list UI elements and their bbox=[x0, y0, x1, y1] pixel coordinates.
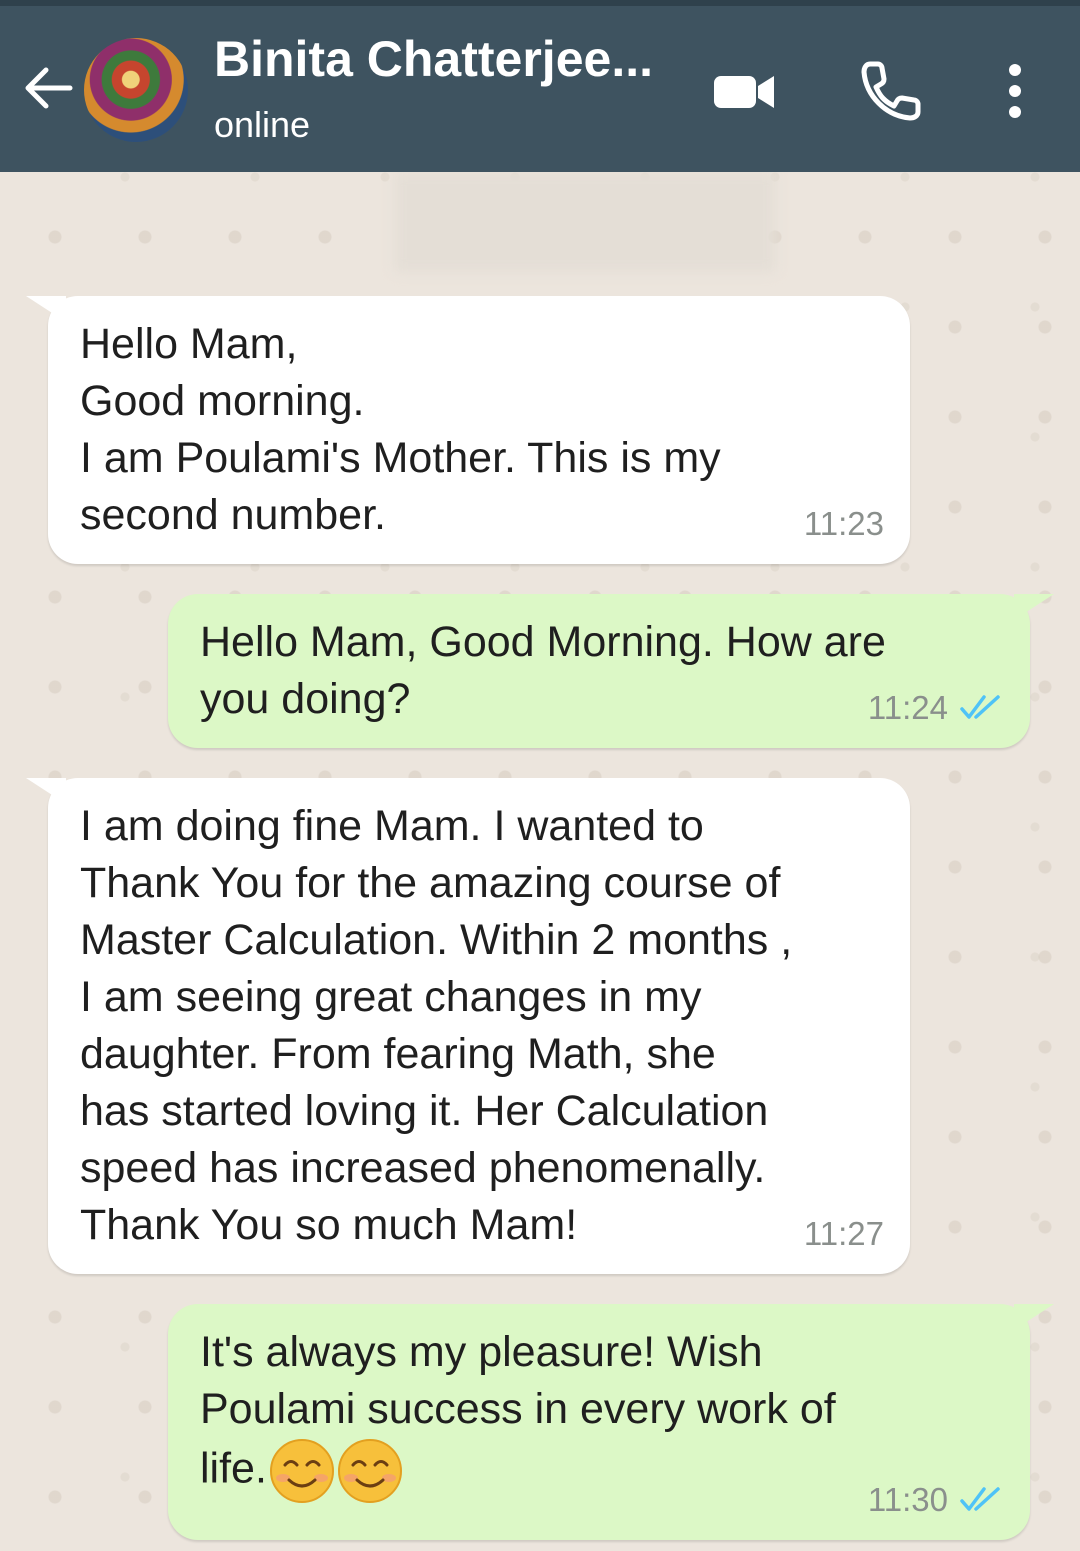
bubble-tail bbox=[1014, 594, 1054, 620]
video-call-button[interactable] bbox=[708, 56, 778, 126]
chat-header: Binita Chatterjee... online bbox=[0, 0, 1080, 172]
contact-status: online bbox=[214, 104, 311, 145]
chat-area[interactable]: Hello Mam, Good morning. I am Poulami's … bbox=[0, 172, 1080, 1551]
double-check-icon bbox=[960, 1486, 1000, 1511]
message-meta: 11:23 bbox=[804, 495, 884, 552]
phone-icon bbox=[861, 61, 921, 121]
more-options-button[interactable] bbox=[980, 56, 1050, 126]
smiling-face-icon bbox=[337, 1439, 402, 1503]
avatar[interactable] bbox=[84, 38, 188, 142]
bubble-tail bbox=[26, 778, 66, 804]
message-meta: 11:27 bbox=[804, 1205, 884, 1262]
outgoing-message[interactable]: Hello Mam, Good Morning. How are you doi… bbox=[168, 594, 1054, 748]
contact-name[interactable]: Binita Chatterjee... bbox=[214, 30, 653, 88]
arrow-left-icon bbox=[25, 67, 73, 109]
message-meta: 11:24 bbox=[868, 679, 1004, 736]
smiling-face-icon bbox=[269, 1439, 334, 1503]
message-time: 11:23 bbox=[803, 505, 884, 542]
blurred-image-strip bbox=[395, 172, 775, 272]
outgoing-message[interactable]: It's always my pleasure! Wish Poulami su… bbox=[168, 1304, 1054, 1540]
message-meta: 11:30 bbox=[868, 1471, 1004, 1528]
incoming-message[interactable]: I am doing fine Mam. I wanted to Thank Y… bbox=[26, 778, 910, 1274]
message-time: 11:27 bbox=[803, 1215, 884, 1252]
bubble-tail bbox=[1014, 1304, 1054, 1330]
video-camera-icon bbox=[714, 76, 774, 108]
incoming-message[interactable]: Hello Mam, Good morning. I am Poulami's … bbox=[26, 296, 910, 564]
message-text-wrap: It's always my pleasure! Wish Poulami su… bbox=[200, 1324, 836, 1504]
voice-call-button[interactable] bbox=[856, 56, 926, 126]
back-button[interactable] bbox=[18, 58, 78, 118]
bubble-tail bbox=[26, 296, 66, 322]
message-text: Hello Mam, Good morning. I am Poulami's … bbox=[80, 320, 721, 539]
header-edge bbox=[0, 0, 1080, 6]
message-time: 11:24 bbox=[867, 689, 948, 726]
double-check-icon bbox=[960, 694, 1000, 719]
emoji-group bbox=[267, 1439, 403, 1503]
message-text: I am doing fine Mam. I wanted to Thank Y… bbox=[80, 802, 793, 1249]
message-text: Hello Mam, Good Morning. How are you doi… bbox=[200, 618, 886, 723]
message-time: 11:30 bbox=[867, 1481, 948, 1518]
more-vertical-icon bbox=[1009, 64, 1021, 118]
